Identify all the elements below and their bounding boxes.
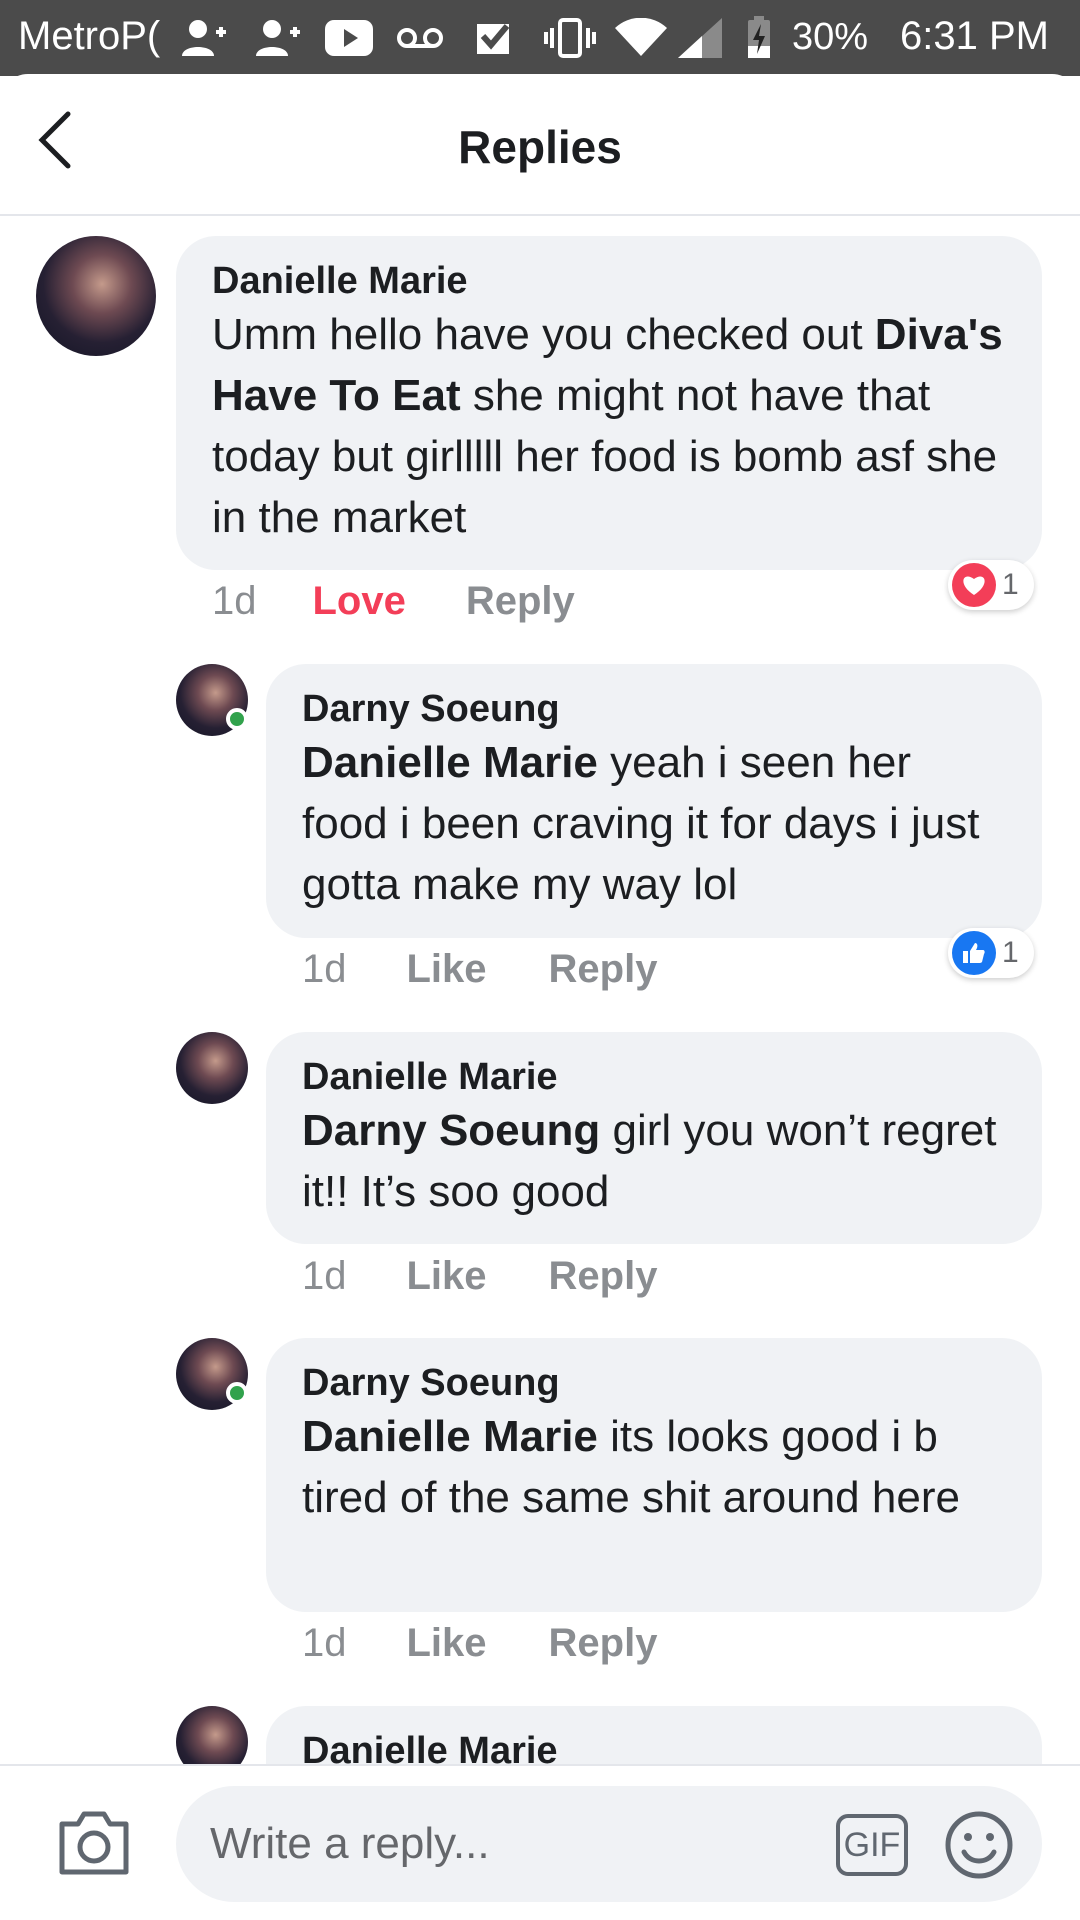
- reply-field[interactable]: GIF: [176, 1786, 1042, 1902]
- online-indicator: [226, 1382, 248, 1404]
- comment-text: Danielle Marie yeah i seen her food i be…: [302, 732, 1008, 915]
- reply-input[interactable]: [210, 1810, 770, 1878]
- smiley-icon: [945, 1811, 1013, 1879]
- mention-link[interactable]: Danielle Marie: [302, 738, 598, 787]
- comment-text-before: Umm hello have you checked out: [212, 310, 875, 359]
- reply-button[interactable]: Reply: [549, 1254, 658, 1299]
- comment-bubble[interactable]: Darny Soeung Danielle Marie yeah i seen …: [266, 664, 1042, 938]
- comment-author[interactable]: Darny Soeung: [302, 1360, 1008, 1406]
- mention-link[interactable]: Danielle Marie: [302, 1412, 598, 1461]
- comment-text: Umm hello have you checked out Diva's Ha…: [212, 304, 1008, 548]
- comment-time: 1d: [212, 578, 257, 623]
- avatar[interactable]: [176, 1706, 248, 1764]
- comment-actions: 1d Love Reply: [212, 576, 575, 626]
- comment-author[interactable]: Danielle Marie: [302, 1728, 1008, 1764]
- comment-time: 1d: [302, 1620, 347, 1665]
- comment-time: 1d: [302, 946, 347, 991]
- vibrate-icon: [540, 16, 600, 60]
- person-add-icon: [178, 16, 228, 60]
- page-title: Replies: [458, 121, 622, 173]
- camera-button[interactable]: [56, 1810, 132, 1876]
- reaction-count: 1: [1002, 936, 1019, 969]
- person-add-icon: [252, 16, 302, 60]
- reply-button[interactable]: Reply: [549, 1621, 658, 1666]
- youtube-icon: [324, 16, 374, 60]
- reaction-badge[interactable]: 1: [948, 928, 1034, 978]
- comment-bubble[interactable]: Danielle Marie Darny Soeung girl you won…: [266, 1032, 1042, 1244]
- comment-bubble[interactable]: Darny Soeung Danielle Marie its looks go…: [266, 1338, 1042, 1612]
- love-button[interactable]: Love: [313, 579, 406, 624]
- avatar[interactable]: [36, 236, 156, 356]
- avatar[interactable]: [176, 1032, 248, 1104]
- online-indicator: [226, 708, 248, 730]
- wifi-icon: [614, 16, 668, 60]
- battery-percent: 30%: [792, 16, 869, 58]
- like-button[interactable]: Like: [407, 947, 487, 992]
- battery-charging-icon: [744, 16, 774, 60]
- like-icon: [952, 931, 996, 975]
- signal-icon: [676, 16, 724, 60]
- comment-text: Darny Soeung girl you won’t regret it!! …: [302, 1100, 1008, 1222]
- like-button[interactable]: Like: [407, 1621, 487, 1666]
- status-bar: MetroP( 30% 6:31 PM: [0, 0, 1080, 76]
- carrier-label: MetroP(: [18, 14, 161, 58]
- reply-button[interactable]: Reply: [466, 579, 575, 624]
- header: Replies: [0, 74, 1080, 216]
- clock: 6:31 PM: [900, 14, 1049, 58]
- check-app-icon: [470, 16, 516, 60]
- comment-bubble[interactable]: Danielle Marie: [266, 1706, 1042, 1764]
- reaction-badge[interactable]: 1: [948, 560, 1034, 610]
- comment-author[interactable]: Darny Soeung: [302, 686, 1008, 732]
- mention-link[interactable]: Darny Soeung: [302, 1106, 600, 1155]
- comment-bubble[interactable]: Danielle Marie Umm hello have you checke…: [176, 236, 1042, 570]
- comment-author[interactable]: Danielle Marie: [302, 1054, 1008, 1100]
- gif-button[interactable]: GIF: [836, 1814, 908, 1876]
- comment-time: 1d: [302, 1253, 347, 1298]
- like-button[interactable]: Like: [407, 1254, 487, 1299]
- camera-icon: [59, 1811, 129, 1875]
- reaction-count: 1: [1002, 568, 1019, 601]
- voicemail-icon: [394, 16, 446, 60]
- comment-actions: 1d Like Reply: [302, 944, 657, 994]
- reply-button[interactable]: Reply: [549, 947, 658, 992]
- comment-actions: 1d Like Reply: [302, 1251, 657, 1301]
- replies-list[interactable]: Danielle Marie Umm hello have you checke…: [0, 218, 1080, 1764]
- comment-actions: 1d Like Reply: [302, 1618, 657, 1668]
- love-icon: [952, 563, 996, 607]
- emoji-button[interactable]: [944, 1810, 1014, 1880]
- comment-author[interactable]: Danielle Marie: [212, 258, 1008, 304]
- comment-text: Danielle Marie its looks good i b tired …: [302, 1406, 1008, 1528]
- reply-composer: GIF: [0, 1764, 1080, 1920]
